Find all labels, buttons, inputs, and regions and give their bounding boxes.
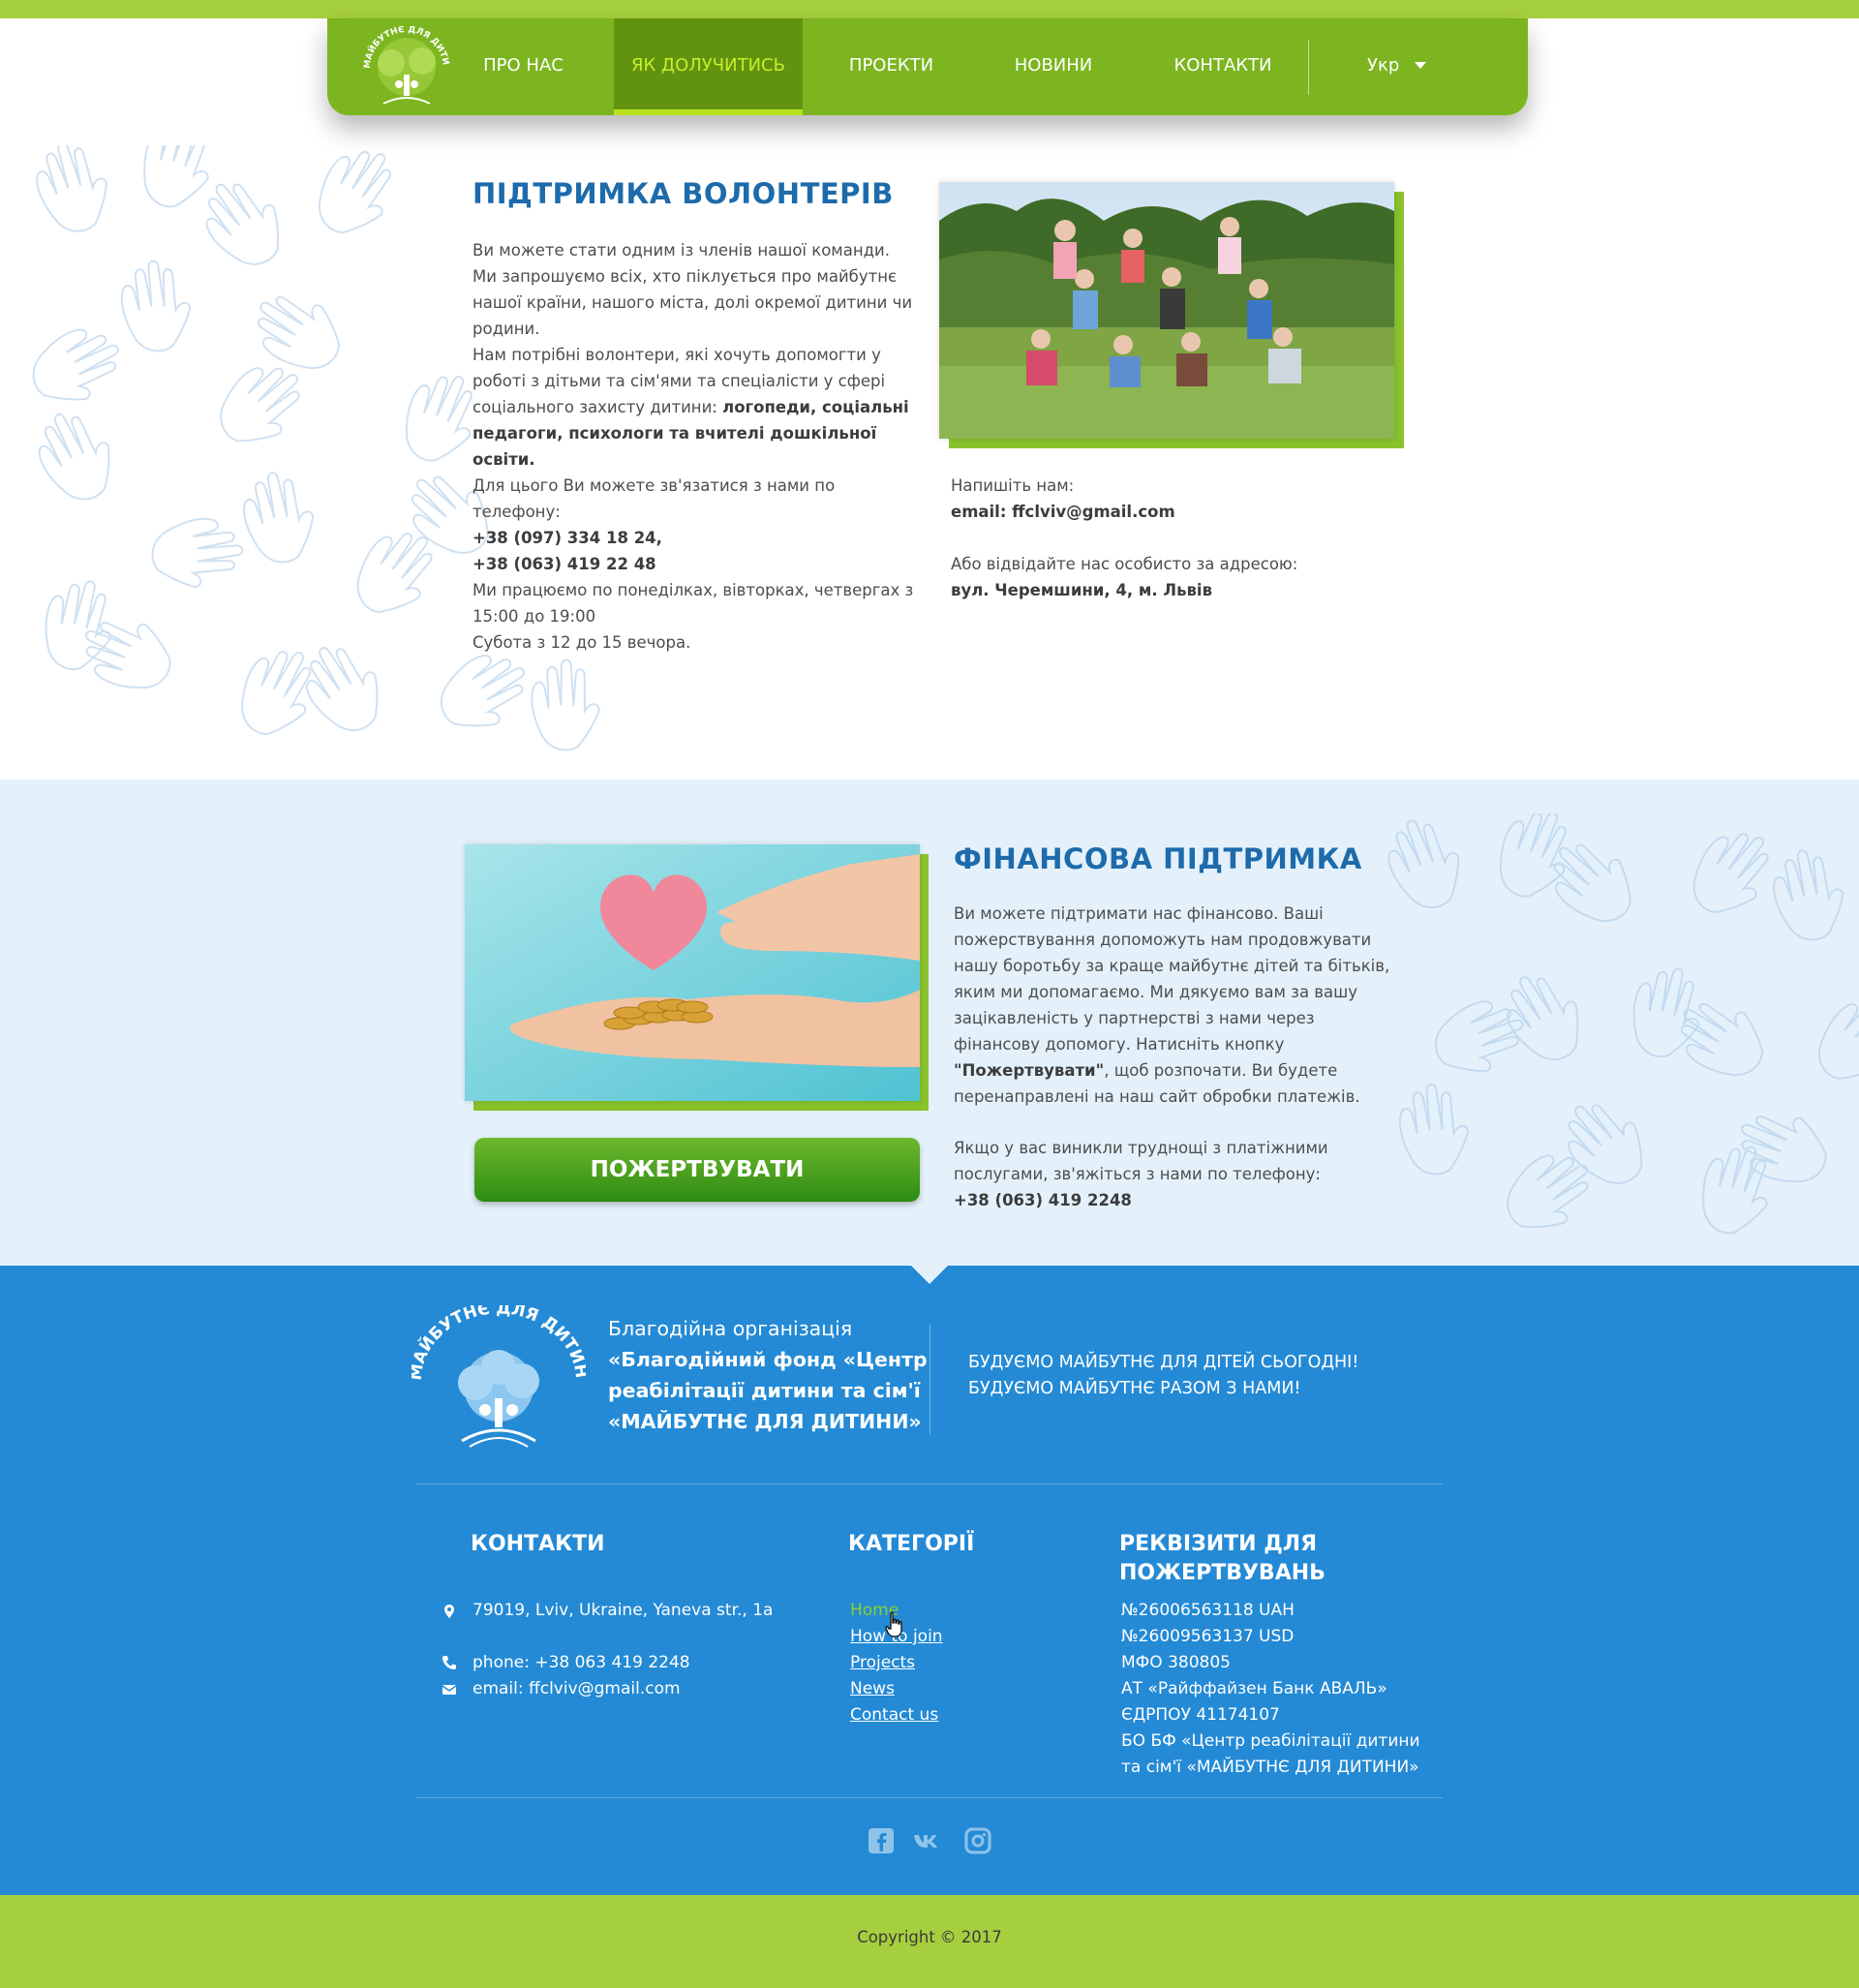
heart-coins-photo: [465, 844, 920, 1101]
requisite-org-1: БО БФ «Центр реабілітації дитини: [1121, 1731, 1420, 1751]
envelope-icon: [442, 1685, 457, 1695]
footer-email[interactable]: email: ffclviv@gmail.com: [472, 1676, 681, 1702]
email-block: Напишіть нам: email: ffclviv@gmail.com: [951, 473, 1357, 525]
footer-org-title: «Благодійний фонд «Центр реабілітації ди…: [608, 1348, 928, 1433]
footer-link-news[interactable]: News: [850, 1676, 895, 1702]
phone-intro: Для цього Ви можете зв'язатися з нами по…: [472, 476, 836, 521]
language-label: Укр: [1367, 55, 1400, 76]
pointer-cursor-icon: [885, 1611, 902, 1637]
caret-down-icon: [1415, 62, 1427, 69]
nav-about[interactable]: ПРО НАС: [472, 18, 574, 115]
address-block: Або відвідайте нас особисто за адресою: …: [951, 551, 1357, 603]
copyright-text: Copyright © 2017: [857, 1928, 1002, 1946]
requisite-bank: АТ «Райффайзен Банк АВАЛЬ»: [1121, 1679, 1387, 1698]
footer-link-projects[interactable]: Projects: [850, 1650, 915, 1676]
footer-divider-bottom: [416, 1797, 1443, 1798]
footer-org-type: Благодійна організація: [608, 1317, 853, 1340]
finance-phone: +38 (063) 419 2248: [954, 1191, 1132, 1209]
finance-text: Ви можете підтримати нас фінансово. Ваші…: [954, 901, 1394, 1110]
footer-address: 79019, Lviv, Ukraine, Yaneva str., 1a: [472, 1601, 774, 1620]
footer-slogan: БУДУЄМО МАЙБУТНЄ ДЛЯ ДІТЕЙ СЬОГОДНІ! БУД…: [968, 1350, 1358, 1402]
footer-categories-title: КАТЕГОРІЇ: [848, 1532, 975, 1556]
map-pin-icon: [444, 1605, 454, 1618]
volunteer-text-1: Ви можете стати одним із членів нашої ко…: [472, 241, 891, 260]
donate-button[interactable]: ПОЖЕРТВУВАТИ: [474, 1138, 920, 1202]
finance-title: ФІНАНСОВА ПІДТРИМКА: [954, 842, 1362, 875]
nav-projects[interactable]: ПРОЕКТИ: [826, 18, 957, 115]
nav-how-to-join[interactable]: ЯК ДОЛУЧИТИСЬ: [614, 18, 803, 115]
requisite-usd: №26009563137 USD: [1121, 1627, 1295, 1646]
volunteer-address: вул. Черемшини, 4, м. Львів: [951, 581, 1213, 599]
nav-contacts[interactable]: КОНТАКТИ: [1150, 18, 1295, 115]
volunteer-intro: Ви можете стати одним із членів нашої ко…: [472, 237, 918, 473]
finance-help: Якщо у вас виникли труднощі з платіжними…: [954, 1135, 1360, 1213]
volunteer-email[interactable]: email: ffclviv@gmail.com: [951, 503, 1175, 521]
phone-icon: [442, 1656, 456, 1669]
nav-divider: [1308, 40, 1309, 95]
footer-divider-top: [416, 1483, 1443, 1484]
finance-donate-word: "Пожертвувати": [954, 1061, 1105, 1080]
footer-link-contact-us[interactable]: Contact us: [850, 1702, 938, 1728]
footer-logo[interactable]: МАЙБУТНЄ ДЛЯ ДИТИНИ: [411, 1305, 586, 1451]
phone-1: +38 (097) 334 18 24,: [472, 529, 662, 547]
section-notch: [910, 1265, 949, 1284]
volunteer-title: ПІДТРИМКА ВОЛОНТЕРІВ: [472, 177, 894, 210]
logo[interactable]: МАЙБУТНЄ ДЛЯ ДИТИНИ: [356, 26, 457, 113]
hours-saturday: Субота з 12 до 15 вечора.: [472, 633, 691, 652]
volunteer-hours: Ми працюємо по понеділках, вівторках, че…: [472, 577, 918, 656]
finance-help-text: Якщо у вас виникли труднощі з платіжними…: [954, 1139, 1328, 1183]
requisite-org-2: та сім'ї «МАЙБУТНЄ ДЛЯ ДИТИНИ»: [1121, 1758, 1419, 1777]
top-accent-bar: [0, 0, 1859, 18]
main-navigation: МАЙБУТНЄ ДЛЯ ДИТИНИ ПРО НАС ЯК ДОЛУЧИТИС…: [327, 18, 1528, 115]
slogan-line-1: БУДУЄМО МАЙБУТНЄ ДЛЯ ДІТЕЙ СЬОГОДНІ!: [968, 1353, 1359, 1372]
requisite-mfo: МФО 380805: [1121, 1653, 1231, 1672]
footer-contacts-title: КОНТАКТИ: [471, 1532, 605, 1556]
phone-2: +38 (063) 419 22 48: [472, 555, 656, 573]
volunteer-phones: Для цього Ви можете зв'язатися з нами по…: [472, 473, 928, 577]
slogan-line-2: БУДУЄМО МАЙБУТНЄ РАЗОМ З НАМИ!: [968, 1379, 1301, 1398]
instagram-icon[interactable]: [963, 1826, 992, 1855]
hands-pattern-right: [1375, 813, 1859, 1248]
finance-text-a: Ви можете підтримати нас фінансово. Ваші…: [954, 904, 1390, 1054]
hours-weekdays: Ми працюємо по понеділках, вівторках, че…: [472, 581, 914, 626]
footer-requisites-title: РЕКВІЗИТИ ДЛЯ ПОЖЕРТВУВАНЬ: [1119, 1532, 1326, 1585]
facebook-icon[interactable]: [867, 1826, 896, 1855]
footer-org-name: Благодійна організація «Благодійний фонд…: [608, 1313, 928, 1437]
volunteers-photo: [939, 182, 1394, 439]
requisite-uah: №26006563118 UAH: [1121, 1601, 1295, 1620]
vk-icon[interactable]: [912, 1826, 941, 1855]
requisite-edrpou: ЄДРПОУ 41174107: [1121, 1705, 1280, 1725]
visit-label: Або відвідайте нас особисто за адресою:: [951, 555, 1298, 573]
language-selector[interactable]: Укр: [1367, 18, 1427, 115]
nav-news[interactable]: НОВИНИ: [995, 18, 1112, 115]
volunteer-text-2: Ми запрошуємо всіх, хто піклується про м…: [472, 267, 913, 338]
footer-phone: phone: +38 063 419 2248: [472, 1653, 690, 1672]
write-us-label: Напишіть нам:: [951, 476, 1075, 495]
